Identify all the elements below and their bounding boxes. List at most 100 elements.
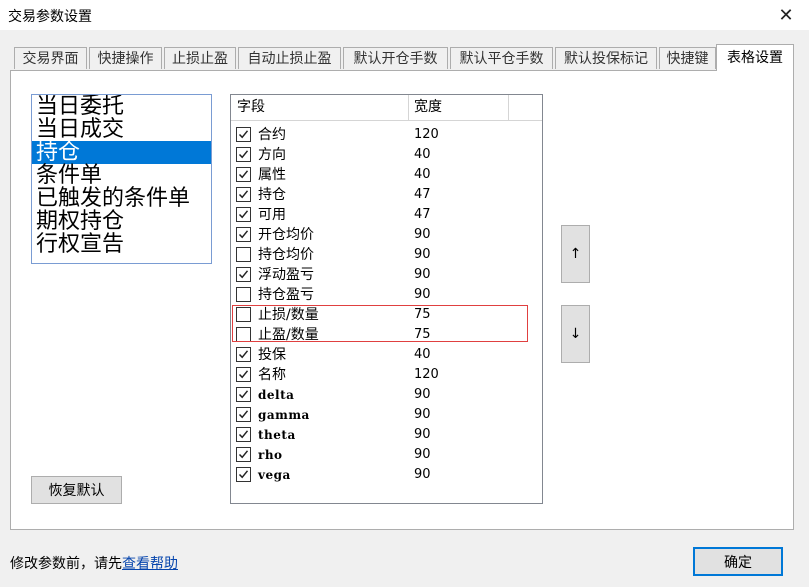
header-field[interactable]: 字段	[231, 95, 408, 120]
tab-quick-ops[interactable]: 快捷操作	[89, 47, 162, 69]
table-row[interactable]: rho 90	[231, 445, 542, 465]
field-name: 持仓	[258, 187, 286, 203]
field-width[interactable]: 90	[414, 225, 431, 245]
row-checkbox[interactable]	[236, 187, 251, 202]
tab-label: 交易界面	[22, 51, 79, 67]
move-down-button[interactable]: ↓	[561, 305, 590, 363]
ok-label: 确定	[724, 554, 752, 571]
ok-button[interactable]: 确定	[693, 547, 783, 576]
list-item[interactable]: 条件单	[32, 164, 211, 187]
field-name: 止损/数量	[258, 307, 319, 323]
tab-label: 表格设置	[727, 50, 783, 66]
tab-label: 默认投保标记	[564, 51, 648, 67]
row-checkbox[interactable]	[236, 327, 251, 342]
table-row[interactable]: 持仓均价 90	[231, 245, 542, 265]
list-item[interactable]: 当日成交	[32, 118, 211, 141]
field-width[interactable]: 90	[414, 265, 431, 285]
tab-label: 快捷操作	[97, 51, 154, 67]
list-item[interactable]: 行权宣告	[32, 233, 211, 256]
help-link[interactable]: 查看帮助	[122, 556, 178, 572]
row-checkbox[interactable]	[236, 147, 251, 162]
field-width[interactable]: 40	[414, 145, 431, 165]
row-checkbox[interactable]	[236, 467, 251, 482]
table-type-list[interactable]: 当日委托 当日成交 持仓 条件单 已触发的条件单 期权持仓 行权宣告	[31, 94, 212, 264]
field-width[interactable]: 47	[414, 205, 431, 225]
row-checkbox[interactable]	[236, 367, 251, 382]
table-row[interactable]: gamma 90	[231, 405, 542, 425]
tab-default-close-lots[interactable]: 默认平仓手数	[450, 47, 553, 69]
field-width[interactable]: 90	[414, 405, 431, 425]
table-row[interactable]: delta 90	[231, 385, 542, 405]
row-checkbox[interactable]	[236, 347, 251, 362]
row-checkbox[interactable]	[236, 387, 251, 402]
field-width[interactable]: 90	[414, 425, 431, 445]
list-item[interactable]: 当日委托	[32, 95, 211, 118]
field-width[interactable]: 47	[414, 185, 431, 205]
field-width[interactable]: 120	[414, 365, 439, 385]
table-row[interactable]: 浮动盈亏 90	[231, 265, 542, 285]
row-checkbox[interactable]	[236, 407, 251, 422]
table-row[interactable]: 止损/数量 75	[231, 305, 542, 325]
field-name: delta	[258, 388, 295, 402]
field-width[interactable]: 90	[414, 285, 431, 305]
tab-table-settings[interactable]: 表格设置	[716, 44, 794, 71]
table-row[interactable]: 合约 120	[231, 125, 542, 145]
tab-hotkeys[interactable]: 快捷键	[659, 47, 716, 69]
title-bar: 交易参数设置 ✕	[0, 0, 809, 30]
row-checkbox[interactable]	[236, 207, 251, 222]
list-item[interactable]: 已触发的条件单	[32, 187, 211, 210]
row-checkbox[interactable]	[236, 167, 251, 182]
footer-hint-text: 修改参数前，请先	[10, 556, 122, 572]
field-name: vega	[258, 468, 291, 482]
close-button[interactable]: ✕	[763, 0, 809, 30]
table-row[interactable]: vega 90	[231, 465, 542, 485]
list-item[interactable]: 期权持仓	[32, 210, 211, 233]
table-row[interactable]: 开仓均价 90	[231, 225, 542, 245]
field-width[interactable]: 120	[414, 125, 439, 145]
row-checkbox[interactable]	[236, 427, 251, 442]
field-width[interactable]: 90	[414, 445, 431, 465]
table-row[interactable]: 持仓 47	[231, 185, 542, 205]
tab-auto-stop[interactable]: 自动止损止盈	[238, 47, 341, 69]
move-up-button[interactable]: ↑	[561, 225, 590, 283]
tab-default-open-lots[interactable]: 默认开仓手数	[343, 47, 448, 69]
tab-default-hedge-flag[interactable]: 默认投保标记	[555, 47, 657, 69]
field-width[interactable]: 75	[414, 305, 431, 325]
tab-trade-ui[interactable]: 交易界面	[14, 47, 87, 69]
table-row[interactable]: 止盈/数量 75	[231, 325, 542, 345]
row-checkbox[interactable]	[236, 307, 251, 322]
row-checkbox[interactable]	[236, 227, 251, 242]
field-name: 属性	[258, 167, 286, 183]
arrow-up-icon: ↑	[569, 246, 582, 262]
tab-label: 默认平仓手数	[459, 51, 544, 67]
table-row[interactable]: 方向 40	[231, 145, 542, 165]
field-width[interactable]: 90	[414, 465, 431, 485]
table-row[interactable]: 名称 120	[231, 365, 542, 385]
row-checkbox[interactable]	[236, 267, 251, 282]
row-checkbox[interactable]	[236, 247, 251, 262]
tab-stop-loss-profit[interactable]: 止损止盈	[164, 47, 236, 69]
field-name: 开仓均价	[258, 227, 314, 243]
table-row[interactable]: 投保 40	[231, 345, 542, 365]
field-name: 持仓盈亏	[258, 287, 314, 303]
field-width[interactable]: 90	[414, 385, 431, 405]
row-checkbox[interactable]	[236, 447, 251, 462]
restore-default-button[interactable]: 恢复默认	[31, 476, 122, 504]
table-row[interactable]: theta 90	[231, 425, 542, 445]
table-row[interactable]: 属性 40	[231, 165, 542, 185]
header-width[interactable]: 宽度	[408, 95, 508, 120]
field-name: 投保	[258, 347, 286, 363]
field-width[interactable]: 90	[414, 245, 431, 265]
table-row[interactable]: 持仓盈亏 90	[231, 285, 542, 305]
tab-label: 自动止损止盈	[247, 51, 332, 67]
list-item-selected[interactable]: 持仓	[32, 141, 211, 164]
row-checkbox[interactable]	[236, 287, 251, 302]
grid-header: 字段 宽度	[231, 95, 542, 121]
field-width[interactable]: 40	[414, 165, 431, 185]
field-width[interactable]: 75	[414, 325, 431, 345]
field-name: 方向	[258, 147, 286, 163]
field-width[interactable]: 40	[414, 345, 431, 365]
table-row[interactable]: 可用 47	[231, 205, 542, 225]
row-checkbox[interactable]	[236, 127, 251, 142]
close-icon: ✕	[778, 4, 794, 26]
